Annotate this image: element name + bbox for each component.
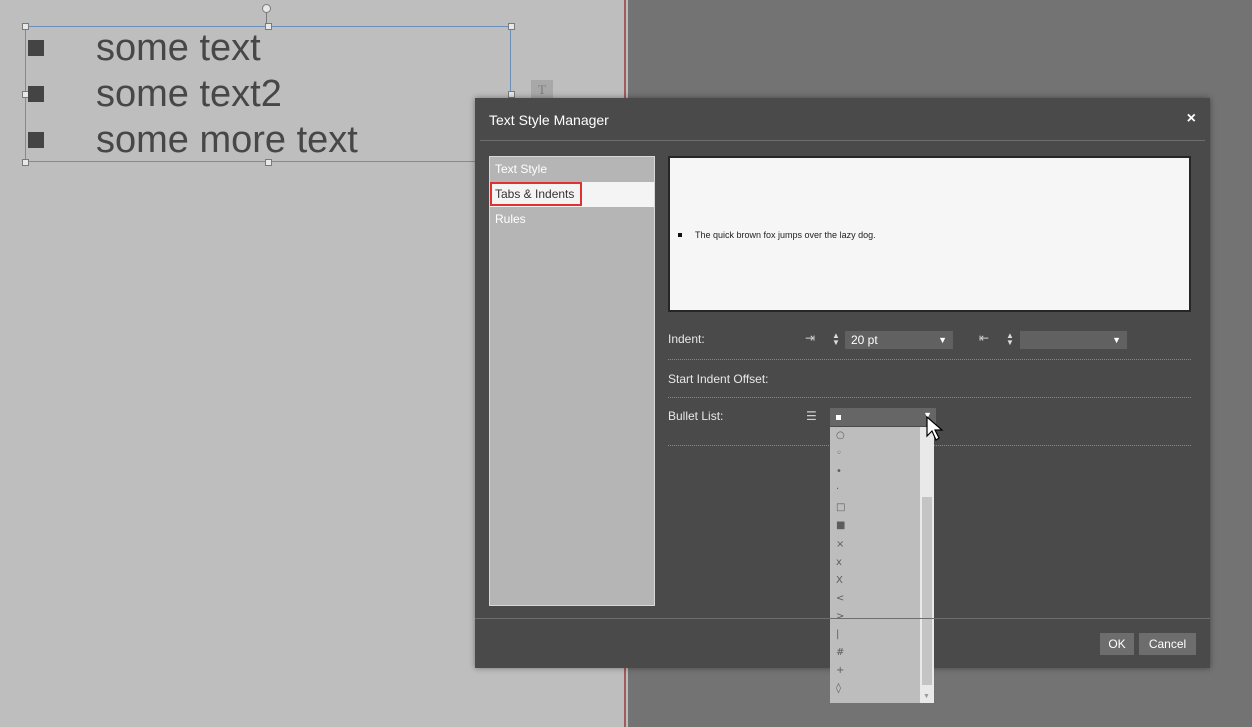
canvas-list-item[interactable]: some text	[28, 26, 261, 70]
canvas-text-line: some more text	[96, 119, 358, 161]
bullet-option[interactable]: ○	[830, 427, 934, 445]
canvas-text-line: some text	[96, 27, 261, 69]
nav-item-tabs-indents[interactable]: Tabs & Indents	[490, 182, 654, 207]
text-edit-icon[interactable]: T	[531, 80, 553, 100]
preview-line: The quick brown fox jumps over the lazy …	[678, 230, 876, 240]
dropdown-items: ○ ◦ • · □ ■ × x X < > | # + ◊	[830, 427, 934, 698]
nav-item-text-style[interactable]: Text Style	[490, 157, 654, 182]
indent-right-stepper[interactable]: ▲ ▼	[1005, 332, 1015, 347]
start-indent-offset-label: Start Indent Offset:	[668, 372, 769, 386]
chevron-down-icon: ▼	[938, 335, 947, 345]
square-bullet-icon	[678, 233, 682, 237]
bullet-option[interactable]: <	[830, 590, 934, 608]
scrollbar-thumb[interactable]	[922, 497, 932, 685]
indent-input[interactable]: 20 pt ▼	[845, 331, 953, 349]
nav-item-label: Text Style	[495, 162, 548, 176]
bullet-option[interactable]: x	[830, 554, 934, 572]
canvas-text-line: some text2	[96, 73, 282, 115]
bullet-option[interactable]: #	[830, 644, 934, 662]
bullet-select[interactable]: ▼	[830, 408, 936, 426]
divider	[475, 618, 1210, 619]
divider	[480, 140, 1205, 141]
indent-right-input[interactable]: ▼	[1020, 331, 1127, 349]
close-icon[interactable]: ×	[1187, 110, 1196, 128]
bullet-list-label: Bullet List:	[668, 409, 724, 423]
indent-value: 20 pt	[851, 333, 878, 347]
scroll-down-icon[interactable]: ▼	[923, 693, 930, 700]
square-bullet-icon	[28, 132, 44, 148]
nav-item-rules[interactable]: Rules	[490, 207, 654, 232]
cancel-button[interactable]: Cancel	[1139, 633, 1196, 655]
nav-item-label: Tabs & Indents	[490, 182, 583, 206]
text-style-manager-dialog: Text Style Manager × Text Style Tabs & I…	[475, 98, 1210, 703]
bullet-option[interactable]: ·	[830, 481, 934, 499]
bullet-option[interactable]: ◦	[830, 445, 934, 463]
bullet-dropdown-list[interactable]: ○ ◦ • · □ ■ × x X < > | # + ◊ ▼	[830, 427, 934, 703]
bullet-option[interactable]: >	[830, 608, 934, 626]
canvas-list-item[interactable]: some more text	[28, 118, 358, 162]
divider	[668, 359, 1191, 360]
preview-text: The quick brown fox jumps over the lazy …	[695, 230, 876, 240]
nav-item-label: Rules	[495, 212, 526, 226]
indent-label: Indent:	[668, 332, 705, 346]
chevron-down-icon: ▼	[1112, 335, 1121, 345]
ok-button[interactable]: OK	[1100, 633, 1134, 655]
list-icon: ☰	[806, 409, 817, 423]
style-preview: The quick brown fox jumps over the lazy …	[668, 156, 1191, 312]
square-bullet-icon	[28, 86, 44, 102]
bullet-option[interactable]: ◊	[830, 680, 934, 698]
bullet-option[interactable]: X	[830, 572, 934, 590]
rotation-handle[interactable]	[262, 4, 271, 13]
category-list: Text Style Tabs & Indents Rules	[489, 156, 655, 606]
bullet-option[interactable]: •	[830, 463, 934, 481]
indent-left-icon: ⇥	[805, 331, 816, 345]
selected-bullet-square	[836, 415, 841, 420]
indent-right-icon: ⇤	[979, 331, 990, 345]
resize-handle-top-right[interactable]	[508, 23, 515, 30]
bullet-option[interactable]: ×	[830, 536, 934, 554]
mouse-pointer-icon	[926, 416, 944, 441]
bullet-option[interactable]: |	[830, 626, 934, 644]
indent-stepper[interactable]: ▲ ▼	[831, 332, 841, 347]
divider	[668, 397, 1191, 398]
bullet-option[interactable]: ■	[830, 517, 934, 535]
bullet-option[interactable]: □	[830, 499, 934, 517]
bullet-option[interactable]: +	[830, 662, 934, 680]
resize-handle-right[interactable]	[508, 91, 515, 98]
resize-handle-top[interactable]	[265, 23, 272, 30]
canvas-list-item[interactable]: some text2	[28, 72, 282, 116]
scrollbar[interactable]: ▼	[920, 427, 934, 703]
dialog-title: Text Style Manager	[489, 112, 609, 128]
square-bullet-icon	[28, 40, 44, 56]
